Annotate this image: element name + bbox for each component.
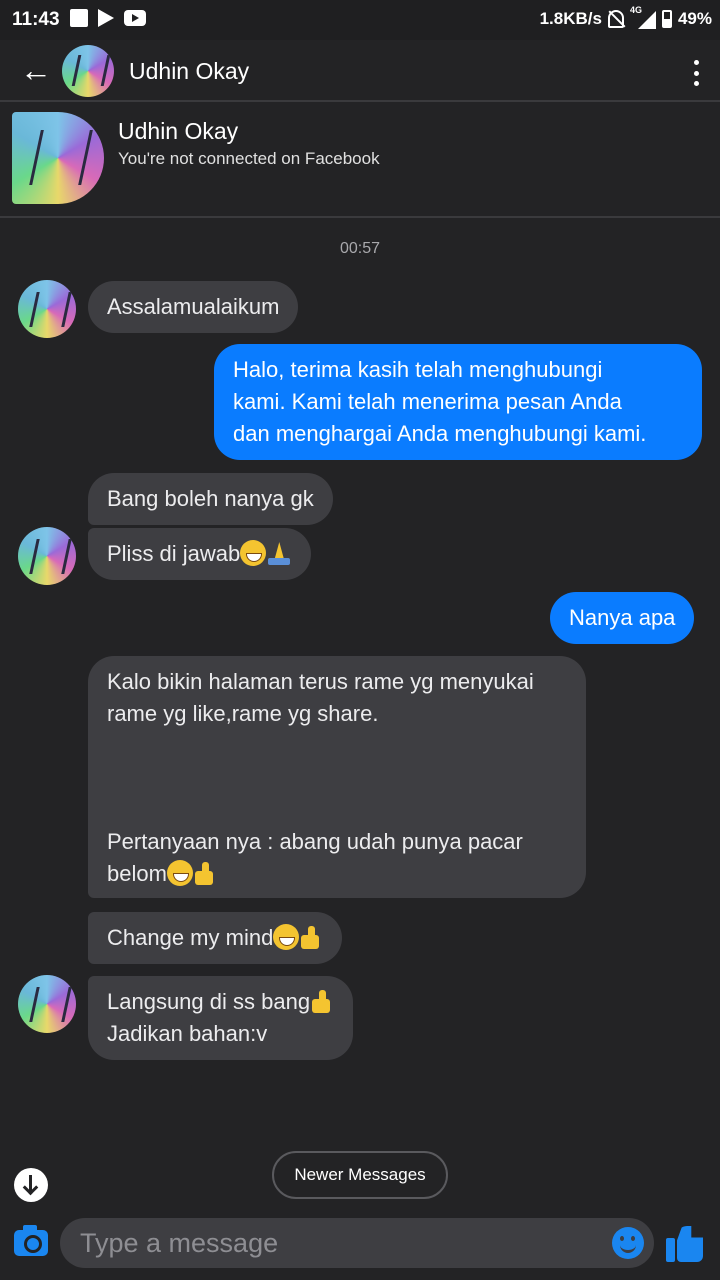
camera-icon[interactable]: [14, 1225, 48, 1256]
avatar[interactable]: [62, 45, 114, 97]
battery-level: 49%: [677, 9, 712, 28]
back-arrow-icon[interactable]: ←: [20, 54, 52, 86]
conversation-title[interactable]: Udhin Okay: [129, 58, 249, 85]
net-speed: 1.8KB/s: [539, 9, 602, 28]
status-bar: 11:43 1.8KB/s 4G 49%: [0, 0, 720, 40]
signal-icon: 4G: [630, 5, 656, 29]
thumbs-up-emoji-icon: [299, 925, 323, 949]
message-text: belom: [107, 861, 167, 886]
message-text: Jadikan bahan:v: [107, 1021, 268, 1046]
message-bubble-outgoing[interactable]: Halo, terima kasih telah menghubungi kam…: [214, 344, 702, 460]
profile-card: Udhin Okay You're not connected on Faceb…: [0, 102, 720, 218]
message-text: Nanya apa: [569, 605, 676, 630]
emoji-smile-icon[interactable]: [612, 1227, 644, 1259]
message-text: dan menghargai Anda menghubungi kami.: [233, 421, 647, 446]
message-bubble-outgoing[interactable]: Nanya apa: [550, 592, 695, 644]
message-bubble-incoming[interactable]: Change my mind: [88, 912, 343, 964]
status-time: 11:43: [12, 9, 60, 30]
scroll-down-icon[interactable]: [14, 1168, 48, 1202]
grinning-sweat-emoji-icon: [166, 860, 193, 886]
notification-square-icon: [70, 9, 88, 27]
message-text: Bang boleh nanya gk: [107, 486, 314, 511]
message-bubble-incoming[interactable]: Assalamualaikum: [88, 281, 299, 333]
message-bubble-incoming[interactable]: Kalo bikin halaman terus rame yg menyuka…: [88, 656, 586, 898]
message-timestamp: 00:57: [339, 240, 381, 257]
sender-avatar[interactable]: [18, 975, 76, 1033]
grinning-sweat-emoji-icon: [240, 540, 267, 566]
profile-avatar[interactable]: [12, 112, 104, 204]
thumbs-up-emoji-icon: [193, 861, 217, 885]
thumbs-up-emoji-icon: [310, 989, 334, 1013]
status-right: 1.8KB/s 4G 49%: [539, 5, 712, 29]
grinning-sweat-emoji-icon: [273, 924, 300, 950]
message-text: Halo, terima kasih telah menghubungi: [233, 357, 603, 382]
message-text: Langsung di ss bang: [107, 989, 311, 1014]
youtube-icon: [124, 10, 146, 26]
composer: [0, 1206, 720, 1280]
message-text: kami. Kami telah menerima pesan Anda: [233, 389, 622, 414]
profile-name: Udhin Okay: [118, 118, 239, 144]
sender-avatar[interactable]: [18, 527, 76, 585]
message-text: Change my mind: [107, 925, 274, 950]
more-vert-icon[interactable]: [694, 60, 700, 86]
message-text: Assalamualaikum: [107, 294, 280, 319]
newer-messages-button[interactable]: Newer Messages: [272, 1151, 448, 1199]
message-text: Pliss di jawab: [107, 541, 241, 566]
notification-icons: [70, 9, 146, 27]
message-bubble-incoming[interactable]: Bang boleh nanya gk: [88, 473, 333, 525]
signal-bars-icon: [637, 11, 656, 29]
sender-avatar[interactable]: [18, 280, 76, 338]
battery-icon: [661, 10, 672, 28]
message-text: rame yg like,rame yg share.: [107, 701, 379, 726]
message-text: Pertanyaan nya : abang udah punya pacar: [107, 829, 523, 854]
message-input[interactable]: [80, 1218, 600, 1268]
message-text: Kalo bikin halaman terus rame yg menyuka…: [107, 669, 534, 694]
message-bubble-incoming[interactable]: Pliss di jawab: [88, 528, 312, 580]
folded-hands-emoji-icon: [266, 540, 292, 566]
message-input-box: [60, 1218, 654, 1268]
message-bubble-incoming[interactable]: Langsung di ss bang Jadikan bahan:v: [88, 976, 354, 1060]
play-store-icon: [98, 9, 114, 27]
like-thumb-icon[interactable]: [666, 1224, 706, 1264]
profile-subtitle: You're not connected on Facebook: [118, 149, 380, 168]
conversation-header: ← Udhin Okay: [0, 40, 720, 102]
mute-bell-icon: [607, 10, 624, 28]
